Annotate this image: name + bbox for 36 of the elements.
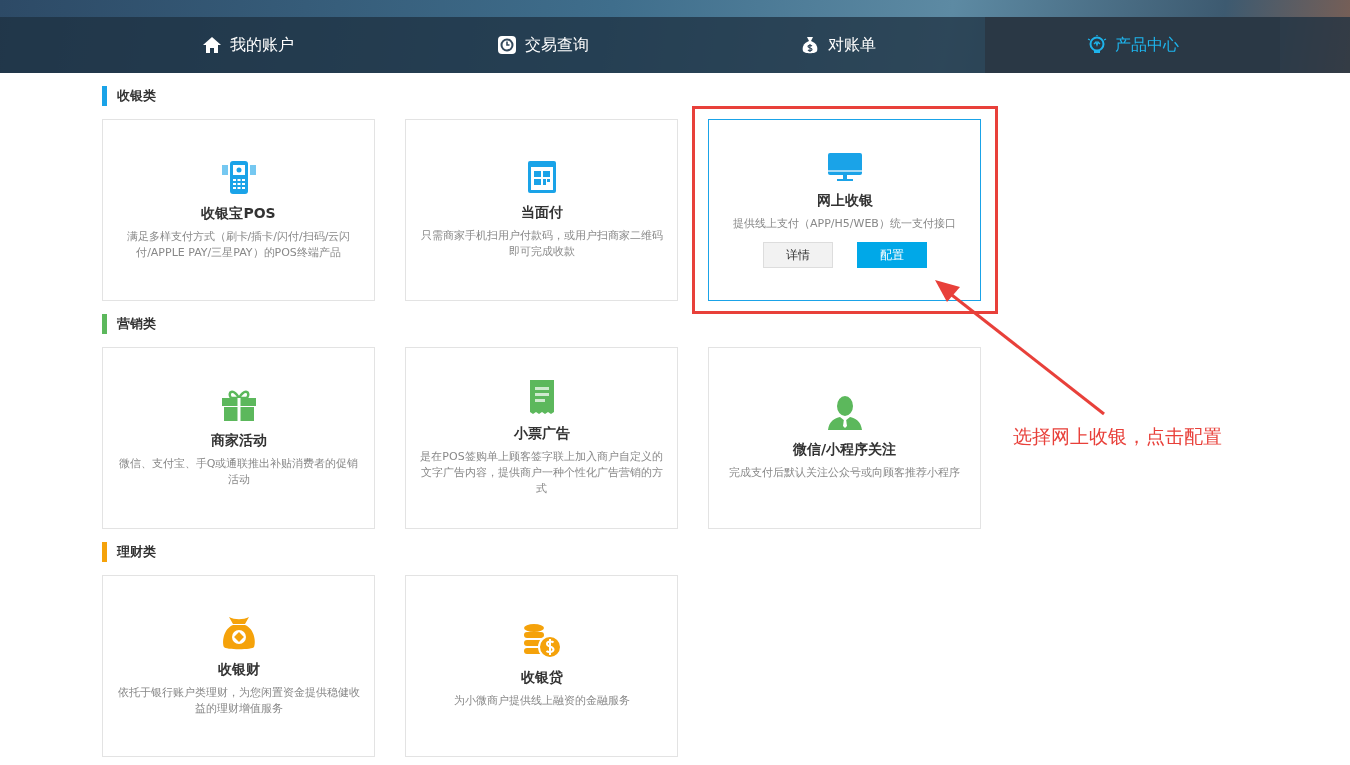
card-title: 当面付 [520,204,563,222]
card-title: 小票广告 [513,425,570,443]
card-description: 完成支付后默认关注公众号或向顾客推荐小程序 [729,465,960,481]
section-heading: 营销类 [102,314,156,334]
nav-tab[interactable]: 我的账户 [100,17,395,73]
gift-box-icon [220,388,257,422]
receipt-icon [527,379,556,415]
card-description: 提供线上支付（APP/H5/WEB）统一支付接口 [733,216,956,232]
details-button[interactable]: 详情 [762,242,833,268]
card-title: 商家活动 [210,432,267,450]
card-description: 是在POS签购单上顾客签字联上加入商户自定义的文字广告内容，提供商户一种个性化广告营销的方式 [420,449,663,497]
annotation-text: 选择网上收银，点击配置 [1013,424,1222,449]
lightbulb-icon [1086,35,1107,55]
card-description: 依托于银行账户类理财，为您闲置资金提供稳健收益的理财增值服务 [117,685,360,717]
nav-tab[interactable]: 对账单 [690,17,985,73]
card-description: 满足多样支付方式（刷卡/插卡/闪付/扫码/云闪付/APPLE PAY/三星PAY）的POS终端产品 [125,229,352,261]
section-heading: 理财类 [102,542,156,562]
card-title: 收银宝POS [201,205,276,223]
card-description: 只需商家手机扫用户付款码，或用户扫商家二维码即可完成收款 [420,228,663,260]
qr-code-icon [526,160,557,194]
money-bag-icon [220,615,257,651]
pos-terminal-icon [220,159,257,195]
card-title: 收银财 [217,661,260,679]
nav-tab[interactable]: 交易查询 [395,17,690,73]
clock-icon [496,35,517,55]
nav-tab[interactable]: 产品中心 [985,17,1280,73]
card-description: 微信、支付宝、手Q或通联推出补贴消费者的促销活动 [117,456,360,488]
person-icon [826,395,863,431]
section-heading: 收银类 [102,86,156,106]
coins-icon [521,623,562,659]
monitor-icon [826,152,863,182]
card-description: 为小微商户提供线上融资的金融服务 [453,693,630,709]
home-icon [201,35,222,55]
card-title: 收银贷 [520,669,563,687]
card-title: 网上收银 [816,192,873,210]
card-title: 微信/小程序关注 [792,441,897,459]
